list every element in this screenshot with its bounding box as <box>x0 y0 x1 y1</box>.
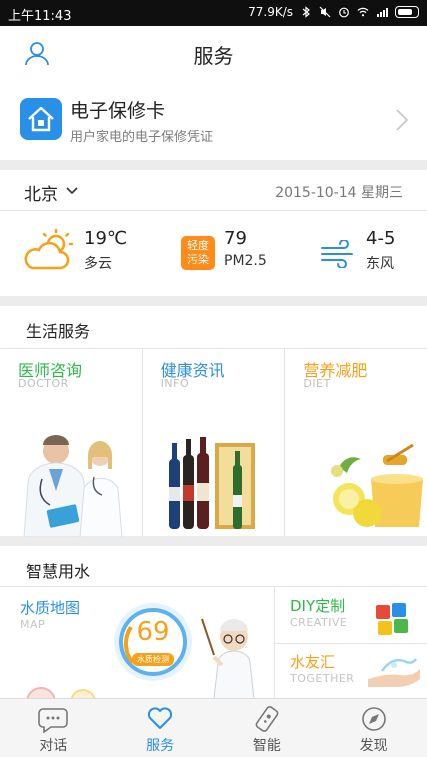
card-subtitle: DOCTOR <box>18 377 69 390</box>
weather-header: 北京 2015-10-14 星期三 <box>0 170 427 211</box>
city-selector[interactable]: 北京 <box>24 180 58 205</box>
aqi-value: 79 <box>224 228 247 249</box>
tab-discover[interactable]: 发现 <box>320 699 427 757</box>
grid-divider <box>274 643 427 644</box>
app-header: 服务 <box>0 26 427 82</box>
tab-chat[interactable]: 对话 <box>0 699 107 757</box>
pollution-badge: 轻度 污染 <box>181 236 215 270</box>
heart-icon <box>148 707 173 729</box>
chat-bubble-icon <box>38 708 69 733</box>
section-title: 智慧用水 <box>26 562 91 581</box>
warranty-title: 电子保修卡 <box>70 100 166 122</box>
doctors-illustration <box>23 435 123 537</box>
mute-icon <box>319 6 331 18</box>
battery-icon <box>395 6 419 18</box>
chevron-down-icon[interactable] <box>66 187 78 195</box>
weather-date: 2015-10-14 星期三 <box>275 185 403 201</box>
doctor-consult-card[interactable]: 医师咨询 DOCTOR <box>0 349 143 537</box>
card-subtitle: DIET <box>303 377 331 390</box>
water-map-tile[interactable]: 水质地图 MAP <box>20 597 80 631</box>
smart-water-grid: 水质地图 MAP 29 69 水质检测 DIY定制 <box>0 586 427 698</box>
tile-subtitle: TOGETHER <box>290 672 355 685</box>
health-info-card[interactable]: 健康资讯 INFO <box>143 349 286 537</box>
tab-label: 发现 <box>359 738 388 754</box>
remote-icon <box>255 706 279 732</box>
chevron-right-icon <box>396 109 409 131</box>
map-badge-red: 29 <box>26 687 56 698</box>
smart-water-section: 智慧用水 水质地图 MAP 29 69 水质检测 <box>0 546 427 698</box>
compass-icon <box>361 707 386 731</box>
life-services-section: 生活服务 医师咨询 DOCTOR 健康资讯 INFO 营养减肥 DIET <box>0 306 427 537</box>
doctor-mascot-illustration <box>201 618 255 698</box>
hand-water-icon <box>368 658 420 687</box>
tab-label: 对话 <box>39 738 68 754</box>
status-bar: 上午11:43 77.9K/s <box>0 0 427 26</box>
pollution-badge-line1: 轻度 <box>187 239 209 252</box>
network-speed: 77.9K/s <box>248 5 293 19</box>
gauge-label: 水质检测 <box>132 653 174 666</box>
aqi-label: PM2.5 <box>224 253 267 269</box>
card-subtitle: INFO <box>160 377 190 390</box>
weather-panel: 北京 2015-10-14 星期三 19℃ 多云 轻度 污染 79 PM2.5 … <box>0 170 427 296</box>
warranty-card[interactable]: 电子保修卡 用户家电的电子保修凭证 <box>0 82 427 160</box>
temperature: 19℃ <box>84 228 128 249</box>
bottom-tab-bar: 对话 服务 智能 发现 <box>0 698 427 757</box>
tab-label: 智能 <box>252 738 281 754</box>
water-friends-tile[interactable]: 水友汇 TOGETHER <box>290 651 354 685</box>
map-badge-yellow <box>70 689 96 698</box>
section-title: 生活服务 <box>26 322 91 341</box>
status-icons: 77.9K/s <box>248 5 419 19</box>
alarm-icon <box>339 7 349 18</box>
life-services-grid: 医师咨询 DOCTOR 健康资讯 INFO 营养减肥 DIET <box>0 348 427 537</box>
tab-smart[interactable]: 智能 <box>214 699 321 757</box>
wind-direction: 东风 <box>366 256 394 272</box>
wind-level: 4-5 <box>366 228 396 249</box>
tile-title: 水友汇 <box>290 653 336 671</box>
tab-label: 服务 <box>146 738 175 754</box>
weather-temp-block: 19℃ 多云 <box>84 228 127 273</box>
wifi-icon <box>357 7 369 17</box>
pollution-badge-line2: 污染 <box>187 253 209 266</box>
home-shield-icon <box>20 98 62 140</box>
signal-icon <box>377 8 388 17</box>
gauge-value: 69 <box>136 617 170 647</box>
air-quality-block: 79 PM2.5 <box>224 228 267 269</box>
weather-condition: 多云 <box>84 256 112 272</box>
tab-service[interactable]: 服务 <box>107 699 214 757</box>
water-quality-gauge[interactable]: 69 水质检测 <box>112 617 194 666</box>
tile-title: 水质地图 <box>20 599 81 617</box>
honey-lemon-illustration <box>331 443 424 527</box>
wine-bottles-illustration <box>168 437 255 529</box>
tile-title: DIY定制 <box>290 597 346 615</box>
diy-custom-tile[interactable]: DIY定制 CREATIVE <box>290 595 347 629</box>
wind-icon <box>321 240 353 268</box>
diet-card[interactable]: 营养减肥 DIET <box>285 349 427 537</box>
tile-subtitle: MAP <box>20 618 46 631</box>
page-title: 服务 <box>193 44 234 68</box>
wind-block: 4-5 东风 <box>366 228 395 273</box>
status-time: 上午11:43 <box>8 9 72 24</box>
puzzle-icon <box>376 603 408 635</box>
tile-subtitle: CREATIVE <box>290 616 348 629</box>
partly-cloudy-icon <box>24 228 74 270</box>
bluetooth-icon <box>302 6 310 18</box>
warranty-subtitle: 用户家电的电子保修凭证 <box>70 130 214 145</box>
